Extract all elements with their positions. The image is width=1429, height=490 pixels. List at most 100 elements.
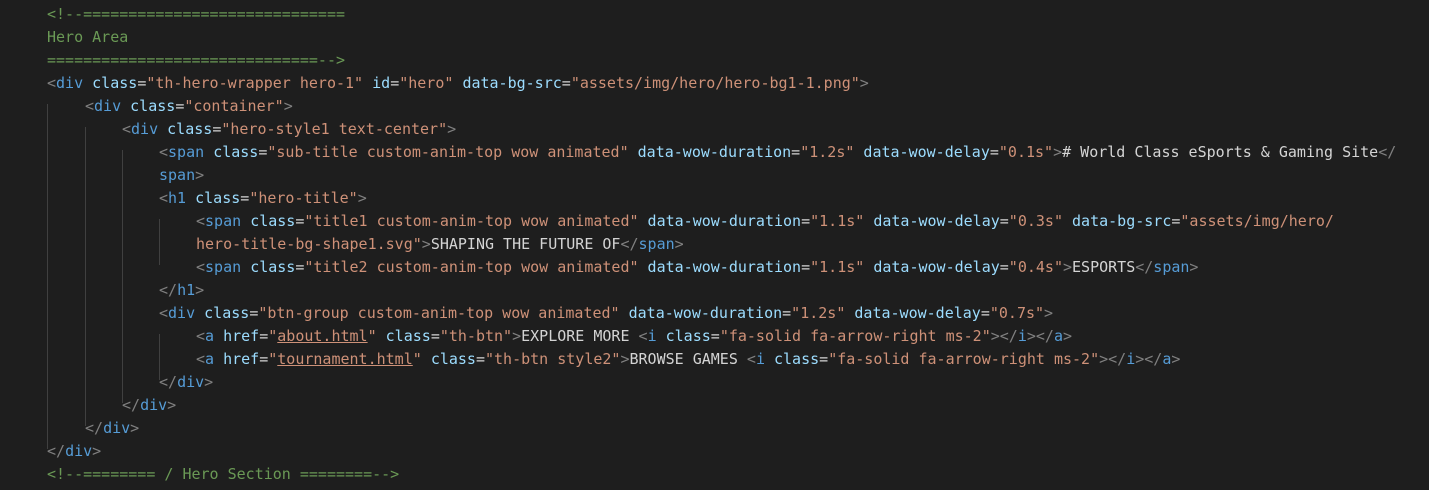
code-token: " (268, 327, 278, 345)
code-token: = (430, 327, 440, 345)
code-editor[interactable]: <!--============================= Hero Ar… (0, 0, 1429, 490)
code-line[interactable]: span> (159, 164, 204, 187)
code-token: > (167, 396, 177, 414)
code-token: a (205, 327, 215, 345)
code-token: = (561, 74, 571, 92)
code-token: class (385, 327, 431, 345)
code-line[interactable]: <span class="title2 custom-anim-top wow … (196, 256, 1198, 279)
code-token: data-wow-delay (873, 258, 1000, 276)
editor-gutter (0, 0, 12, 490)
code-token: = (791, 143, 801, 161)
code-token: span (638, 235, 675, 253)
code-line[interactable]: Hero Area (47, 26, 128, 49)
code-token: ></ (1099, 350, 1127, 368)
link-token: tournament.html (277, 350, 413, 368)
code-token: class (195, 189, 241, 207)
code-line[interactable]: <a href="tournament.html" class="th-btn … (196, 348, 1180, 371)
code-token: > (195, 281, 205, 299)
code-token: > (1063, 327, 1073, 345)
code-token: " (367, 327, 377, 345)
code-line[interactable]: </h1> (159, 279, 204, 302)
code-token: data-wow-delay (863, 143, 990, 161)
code-token: Hero Area (47, 28, 129, 46)
code-line[interactable]: <!--============================= (47, 3, 345, 26)
code-token: </ (1135, 258, 1154, 276)
code-token: "assets/img/hero/ (1180, 212, 1334, 230)
code-token: < (196, 350, 206, 368)
code-line[interactable]: <!--======== / Hero Section ========--> (47, 463, 399, 486)
indent-guide (85, 127, 86, 426)
code-token: data-wow-delay (873, 212, 1000, 230)
code-line[interactable]: </div> (122, 394, 176, 417)
code-token: "1.1s" (810, 212, 865, 230)
code-token: class (130, 97, 176, 115)
indent-guide (47, 104, 48, 449)
code-token: > (421, 235, 431, 253)
code-token: = (137, 74, 147, 92)
code-token: < (159, 143, 169, 161)
code-token: class (213, 143, 259, 161)
code-line[interactable]: hero-title-bg-shape1.svg">SHAPING THE FU… (196, 233, 684, 256)
code-token: div (103, 419, 131, 437)
code-line[interactable]: <h1 class="hero-title"> (159, 187, 367, 210)
code-token: "1.2s" (791, 304, 846, 322)
code-token: </ (620, 235, 639, 253)
code-token: ></ (1135, 350, 1163, 368)
code-token: hero-title-bg-shape1.svg" (196, 235, 422, 253)
code-line[interactable]: <div class="hero-style1 text-center"> (122, 118, 456, 141)
code-token: i (1017, 327, 1027, 345)
code-token: h1 (177, 281, 196, 299)
code-token: "1.2s" (800, 143, 855, 161)
code-line[interactable]: <span class = "title1 custom-anim-top wow … (196, 210, 1334, 233)
code-token: > (620, 350, 630, 368)
code-token: class (430, 350, 476, 368)
code-token: BROWSE GAMES (629, 350, 747, 368)
code-token: data-wow-duration (628, 304, 783, 322)
code-token: class (204, 304, 250, 322)
code-token: a (1053, 327, 1063, 345)
code-token: class (250, 212, 296, 230)
code-token: "hero-style1 text-center" (221, 120, 448, 138)
code-line[interactable]: </div> (85, 417, 139, 440)
code-token: "th-btn" (439, 327, 513, 345)
code-token: # World Class eSports & Gaming Site (1062, 143, 1379, 161)
code-line[interactable]: <a href="about.html" class="th-btn">EXPL… (196, 325, 1072, 348)
code-line[interactable]: </div> (159, 371, 213, 394)
code-token: div (131, 120, 159, 138)
code-line[interactable]: <span class = "sub-title custom-anim-top w… (159, 141, 1396, 164)
code-line[interactable]: <div class="th-hero-wrapper hero-1" id="… (47, 72, 869, 95)
code-token: id (372, 74, 391, 92)
code-token: = (175, 97, 185, 115)
code-token: > (512, 327, 522, 345)
code-token: < (159, 189, 169, 207)
code-token: > (92, 442, 102, 460)
code-line[interactable]: <div class="btn-group custom-anim-top wo… (159, 302, 1053, 325)
code-token: SHAPING THE FUTURE OF (430, 235, 621, 253)
code-token: h1 (168, 189, 187, 207)
code-token: = (801, 258, 811, 276)
code-token: data-bg-src (462, 74, 562, 92)
code-token: span (168, 143, 205, 161)
code-token: div (140, 396, 168, 414)
code-token: a (205, 350, 215, 368)
code-token: > (1044, 304, 1054, 322)
code-token: < (85, 97, 95, 115)
code-line[interactable]: ==============================--> (47, 49, 345, 72)
code-token: "th-btn style2" (485, 350, 621, 368)
code-line[interactable]: <div class="container"> (85, 95, 293, 118)
code-token: = (249, 304, 259, 322)
code-token: = (782, 304, 792, 322)
code-token: "assets/img/hero/hero-bg1-1.png" (570, 74, 860, 92)
code-token: span (159, 166, 196, 184)
code-line[interactable]: </div> (47, 440, 101, 463)
code-token: = (999, 212, 1009, 230)
code-token: data-wow-duration (637, 143, 792, 161)
code-token: > (1053, 143, 1063, 161)
